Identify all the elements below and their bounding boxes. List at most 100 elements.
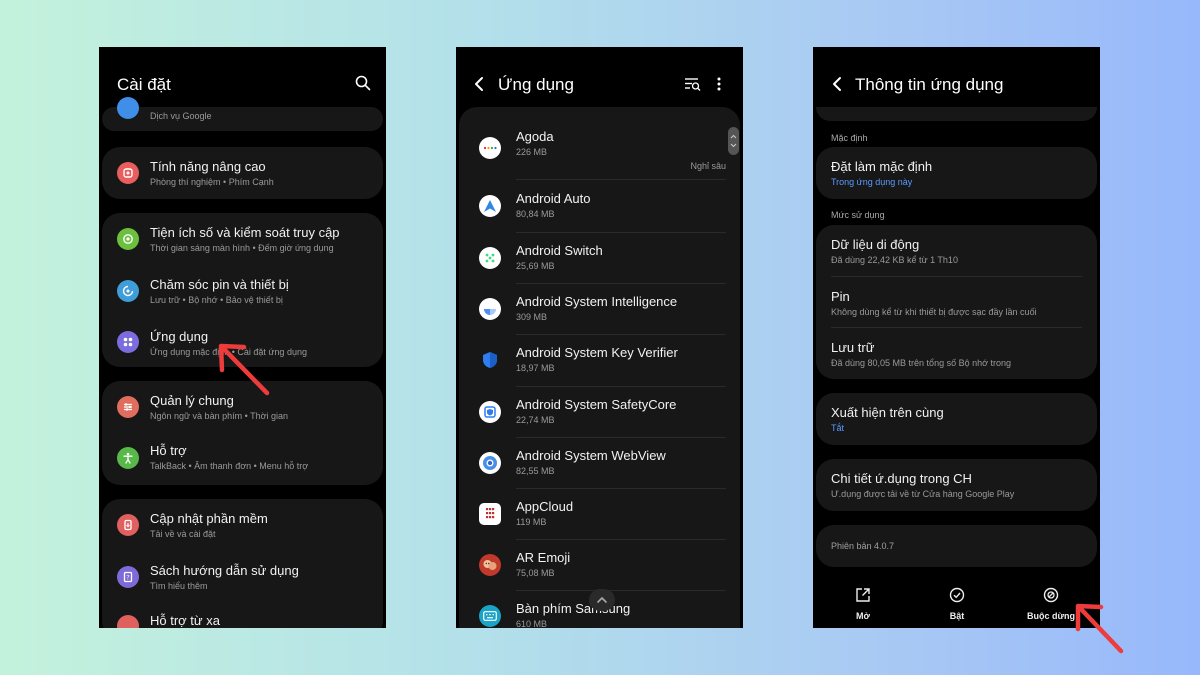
store-card: Chi tiết ứ.dụng trong CH Ư.dụng được tải…	[816, 459, 1097, 511]
app-row-android-auto[interactable]: Android Auto 80,84 MB	[459, 181, 740, 231]
app-row-agoda[interactable]: Agoda 226 MB Nghỉ sâu	[459, 115, 740, 179]
settings-item-title: Hỗ trợ từ xa	[150, 613, 220, 628]
webview-icon	[479, 452, 501, 474]
enable-button[interactable]: Bật	[917, 587, 997, 621]
settings-item-title: Hỗ trợ	[150, 443, 187, 458]
apps-list: Agoda 226 MB Nghỉ sâu Android Auto 80,84…	[459, 107, 740, 628]
settings-group-support: Cập nhật phần mềm Tải về và cài đặt ? Sá…	[102, 499, 383, 628]
version-text: Phiên bản 4.0.7	[831, 541, 895, 551]
safetycore-icon	[479, 401, 501, 423]
google-icon	[117, 97, 139, 119]
settings-header: Cài đặt	[99, 67, 386, 105]
app-row-android-system-key-verifier[interactable]: Android System Key Verifier 18,97 MB	[459, 335, 740, 385]
app-name: AR Emoji	[516, 550, 571, 565]
row-subtitle: Ư.dụng được tải về từ Cửa hàng Google Pl…	[831, 489, 1015, 499]
app-size: 25,69 MB	[516, 261, 555, 271]
scrollbar-handle[interactable]	[728, 127, 739, 155]
apps-header: Ứng dụng	[456, 67, 743, 105]
set-default-card: Đặt làm mặc định Trong ứng dụng này	[816, 147, 1097, 199]
settings-item-user-manual[interactable]: ? Sách hướng dẫn sử dụng Tìm hiểu thêm	[102, 551, 383, 603]
more-options-icon[interactable]	[716, 76, 722, 97]
page-title: Cài đặt	[117, 75, 171, 94]
settings-item-accessibility[interactable]: Hỗ trợ TalkBack • Âm thanh đơn • Menu hỗ…	[102, 433, 383, 485]
settings-item-subtitle: Thời gian sáng màn hình • Đếm giờ ứng dụ…	[150, 243, 334, 253]
google-subtitle: Dịch vụ Google	[150, 111, 212, 121]
settings-item-remote-support[interactable]: Hỗ trợ từ xa	[102, 603, 383, 628]
app-size: 22,74 MB	[516, 415, 555, 425]
app-row-appcloud[interactable]: AppCloud 119 MB	[459, 489, 740, 539]
row-title: Xuất hiện trên cùng	[831, 405, 944, 420]
app-size: 309 MB	[516, 312, 548, 322]
settings-item-title: Chăm sóc pin và thiết bị	[150, 277, 289, 292]
settings-item-advanced-features[interactable]: Tính năng nâng cao Phòng thí nghiệm • Ph…	[102, 147, 383, 199]
force-stop-icon	[1043, 587, 1059, 603]
row-title: Pin	[831, 289, 850, 304]
apps-icon	[117, 331, 139, 353]
app-row-android-system-safetycore[interactable]: Android System SafetyCore 22,74 MB	[459, 387, 740, 437]
check-circle-icon	[949, 587, 965, 603]
svg-text:?: ?	[126, 575, 129, 582]
user-manual-icon: ?	[117, 566, 139, 588]
row-subtitle: Không dùng kể từ khi thiết bị được sạc đ…	[831, 307, 1037, 317]
settings-item-software-update[interactable]: Cập nhật phần mềm Tải về và cài đặt	[102, 499, 383, 551]
settings-item-subtitle: TalkBack • Âm thanh đơn • Menu hỗ trợ	[150, 461, 309, 471]
app-status-deep-sleep: Nghỉ sâu	[690, 161, 726, 171]
settings-group-google[interactable]: Dịch vụ Google	[102, 97, 383, 131]
app-size: 82,55 MB	[516, 466, 555, 476]
app-name: Android System Key Verifier	[516, 345, 678, 360]
app-row-android-system-webview[interactable]: Android System WebView 82,55 MB	[459, 438, 740, 488]
appear-on-top-item[interactable]: Xuất hiện trên cùng Tắt	[816, 393, 1097, 445]
keyboard-icon	[479, 605, 501, 627]
section-label-default: Mặc định	[831, 133, 868, 143]
app-header-card	[816, 107, 1097, 121]
ar-emoji-icon	[479, 554, 501, 576]
battery-item[interactable]: Pin Không dùng kể từ khi thiết bị được s…	[816, 277, 1097, 328]
app-size: 610 MB	[516, 619, 548, 628]
settings-item-subtitle: Lưu trữ • Bộ nhớ • Bảo vệ thiết bị	[150, 295, 283, 305]
app-name: Android System Intelligence	[516, 294, 678, 309]
app-row-android-switch[interactable]: Android Switch 25,69 MB	[459, 233, 740, 283]
enable-button-label: Bật	[949, 611, 965, 621]
red-arrow-annotation	[213, 337, 273, 404]
page-title: Ứng dụng	[498, 75, 574, 94]
scroll-to-top-button[interactable]	[589, 589, 615, 611]
battery-care-icon	[117, 280, 139, 302]
back-arrow-icon[interactable]	[473, 76, 485, 97]
row-subtitle: Đã dùng 80,05 MB trên tổng số Bộ nhớ tro…	[831, 358, 1012, 368]
settings-item-subtitle: Ngôn ngữ và bàn phím • Thời gian	[150, 411, 288, 421]
set-as-default-item[interactable]: Đặt làm mặc định Trong ứng dụng này	[816, 147, 1097, 199]
row-title: Dữ liệu di động	[831, 237, 920, 252]
mobile-data-item[interactable]: Dữ liệu di động Đã dùng 22,42 KB kể từ 1…	[816, 225, 1097, 276]
app-info-header: Thông tin ứng dụng	[813, 67, 1100, 105]
settings-item-title: Cập nhật phần mềm	[150, 511, 268, 526]
settings-item-digital-wellbeing[interactable]: Tiện ích số và kiểm soát truy cập Thời g…	[102, 213, 383, 265]
app-info-screen: Thông tin ứng dụng Mặc định Đặt làm mặc …	[813, 47, 1100, 628]
row-subtitle: Tắt	[831, 423, 845, 433]
app-row-android-system-intelligence[interactable]: Android System Intelligence 309 MB	[459, 284, 740, 334]
general-management-icon	[117, 396, 139, 418]
section-label-usage: Mức sử dụng	[831, 210, 885, 220]
digital-wellbeing-icon	[117, 228, 139, 250]
version-card: Phiên bản 4.0.7	[816, 525, 1097, 567]
storage-item[interactable]: Lưu trữ Đã dùng 80,05 MB trên tổng số Bộ…	[816, 328, 1097, 379]
shield-icon	[479, 349, 501, 371]
settings-screen: Cài đặt Dịch vụ Google Tính năng nâng ca…	[99, 47, 386, 628]
open-button[interactable]: Mở	[823, 587, 903, 621]
store-details-item[interactable]: Chi tiết ứ.dụng trong CH Ư.dụng được tải…	[816, 459, 1097, 511]
settings-item-title: Tính năng nâng cao	[150, 159, 266, 174]
settings-item-title: Sách hướng dẫn sử dụng	[150, 563, 299, 578]
settings-item-subtitle: Phòng thí nghiệm • Phím Cạnh	[150, 177, 274, 187]
android-switch-icon	[479, 247, 501, 269]
app-name: Android System SafetyCore	[516, 397, 677, 412]
settings-item-battery-care[interactable]: Chăm sóc pin và thiết bị Lưu trữ • Bộ nh…	[102, 265, 383, 317]
row-subtitle: Trong ứng dụng này	[831, 177, 913, 187]
filter-search-icon[interactable]	[684, 76, 701, 97]
app-row-ar-emoji[interactable]: AR Emoji 75,08 MB	[459, 540, 740, 590]
app-name: Android System WebView	[516, 448, 666, 463]
row-title: Lưu trữ	[831, 340, 875, 355]
back-arrow-icon[interactable]	[831, 76, 843, 97]
advanced-features-icon	[117, 162, 139, 184]
search-icon[interactable]	[355, 75, 371, 96]
settings-item-subtitle: Tải về và cài đặt	[150, 529, 216, 539]
row-subtitle: Đã dùng 22,42 KB kể từ 1 Th10	[831, 255, 958, 265]
